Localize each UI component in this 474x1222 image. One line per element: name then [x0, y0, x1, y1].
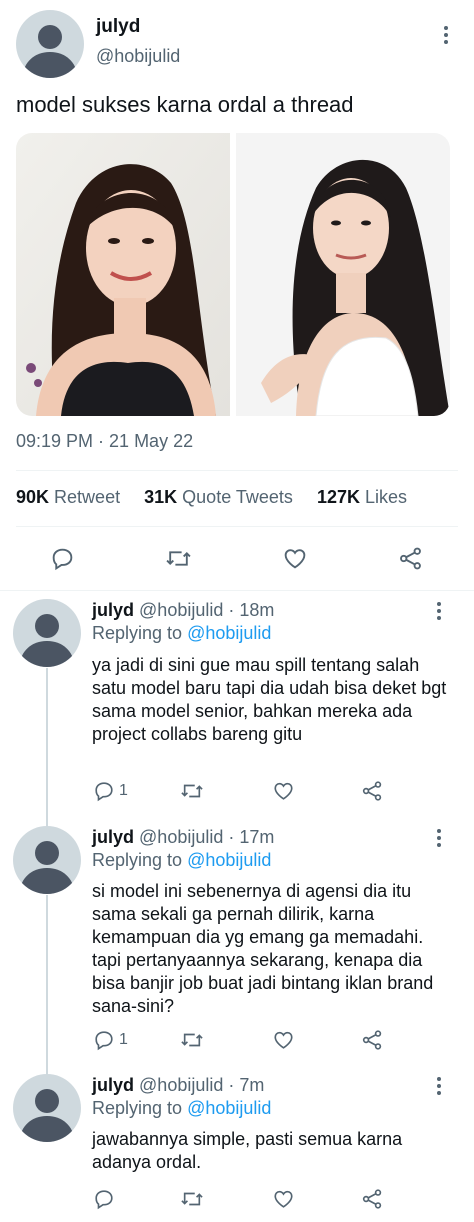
replying-to: Replying to @hobijulid	[92, 1098, 272, 1118]
reply-icon[interactable]	[50, 546, 75, 571]
replying-to-handle[interactable]: @hobijulid	[187, 1098, 271, 1118]
quote-stat[interactable]: 31K Quote Tweets	[144, 487, 293, 507]
avatar[interactable]	[13, 826, 81, 894]
likes-stat[interactable]: 127K Likes	[317, 487, 407, 507]
avatar[interactable]	[13, 1074, 81, 1142]
display-name[interactable]: julyd	[96, 16, 140, 38]
display-name[interactable]: julyd	[92, 827, 134, 847]
tweet-photo-1[interactable]	[16, 133, 230, 416]
retweet-icon[interactable]	[180, 1188, 204, 1210]
handle[interactable]: @hobijulid	[139, 600, 223, 620]
like-icon[interactable]	[272, 1029, 295, 1051]
more-options-icon[interactable]	[443, 26, 449, 44]
more-options-icon[interactable]	[436, 829, 442, 847]
handle[interactable]: @hobijulid	[139, 1075, 223, 1095]
reply-text: ya jadi di sini gue mau spill tentang sa…	[92, 655, 447, 744]
tweet-stats: 90K Retweet 31K Quote Tweets 127K Likes	[16, 487, 407, 508]
reply-header: julyd @hobijulid · 17m	[92, 827, 274, 848]
handle[interactable]: @hobijulid	[96, 46, 180, 67]
reply-time[interactable]: · 7m	[228, 1075, 264, 1095]
reply-text: jawabannya simple, pasti semua karna ada…	[92, 1129, 403, 1172]
reply-header: julyd @hobijulid · 18m	[92, 600, 274, 621]
replying-to-handle[interactable]: @hobijulid	[187, 850, 271, 870]
like-icon[interactable]	[272, 1188, 295, 1210]
reply-header: julyd @hobijulid · 7m	[92, 1075, 264, 1096]
retweet-icon[interactable]	[165, 546, 192, 571]
tweet-timestamp[interactable]: 09:19 PM · 21 May 22	[16, 431, 193, 452]
share-icon[interactable]	[398, 546, 424, 571]
like-icon[interactable]	[272, 780, 295, 802]
reply-count: 1	[119, 782, 128, 799]
more-options-icon[interactable]	[436, 1077, 442, 1095]
reply-icon[interactable]	[93, 780, 115, 802]
reply-time[interactable]: · 18m	[228, 600, 274, 620]
replying-to: Replying to @hobijulid	[92, 623, 272, 643]
reply-count: 1	[119, 1031, 128, 1048]
display-name[interactable]: julyd	[92, 600, 134, 620]
reply-icon[interactable]	[93, 1188, 115, 1210]
retweet-icon[interactable]	[180, 780, 204, 802]
more-options-icon[interactable]	[436, 602, 442, 620]
reply-icon[interactable]	[93, 1029, 115, 1051]
like-icon[interactable]	[282, 546, 308, 571]
reply-time[interactable]: · 17m	[228, 827, 274, 847]
share-icon[interactable]	[361, 1029, 384, 1051]
share-icon[interactable]	[361, 1188, 384, 1210]
tweet-text: model sukses karna ordal a thread	[16, 92, 354, 117]
share-icon[interactable]	[361, 780, 384, 802]
reply-text: si model ini sebenernya di agensi dia it…	[92, 881, 434, 1016]
display-name[interactable]: julyd	[92, 1075, 134, 1095]
avatar[interactable]	[16, 10, 84, 78]
replying-to-handle[interactable]: @hobijulid	[187, 623, 271, 643]
tweet-photo-2[interactable]	[236, 133, 450, 416]
replying-to: Replying to @hobijulid	[92, 850, 272, 870]
retweet-icon[interactable]	[180, 1029, 204, 1051]
retweet-stat[interactable]: 90K Retweet	[16, 487, 120, 507]
avatar[interactable]	[13, 599, 81, 667]
handle[interactable]: @hobijulid	[139, 827, 223, 847]
